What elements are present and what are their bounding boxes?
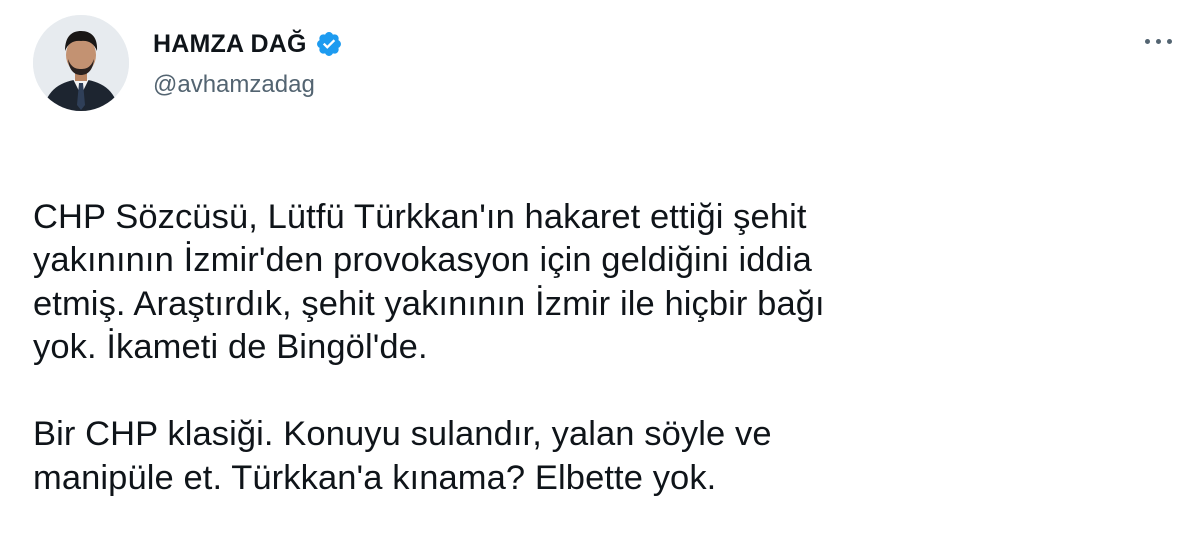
tweet-paragraph: Bir CHP klasiği. Konuyu sulandır, yalan … <box>33 415 772 497</box>
tweet-paragraph: CHP Sözcüsü, Lütfü Türkkan'ın hakaret et… <box>33 197 825 367</box>
author-handle[interactable]: @avhamzadag <box>153 70 315 100</box>
more-dot <box>1166 38 1172 44</box>
author-name-row: HAMZA DAĞ <box>153 29 343 59</box>
profile-photo-icon <box>33 15 129 111</box>
author-display-name[interactable]: HAMZA DAĞ <box>153 29 307 59</box>
avatar[interactable] <box>33 15 129 111</box>
tweet-text: CHP Sözcüsü, Lütfü Türkkan'ın hakaret et… <box>33 152 1173 544</box>
more-dot <box>1144 38 1150 44</box>
tweet-card: HAMZA DAĞ @avhamzadag CHP Sözcüsü, Lütfü… <box>0 0 1200 498</box>
more-options-icon[interactable] <box>1136 29 1180 53</box>
verified-badge-icon <box>315 30 343 58</box>
more-dot <box>1155 38 1161 44</box>
